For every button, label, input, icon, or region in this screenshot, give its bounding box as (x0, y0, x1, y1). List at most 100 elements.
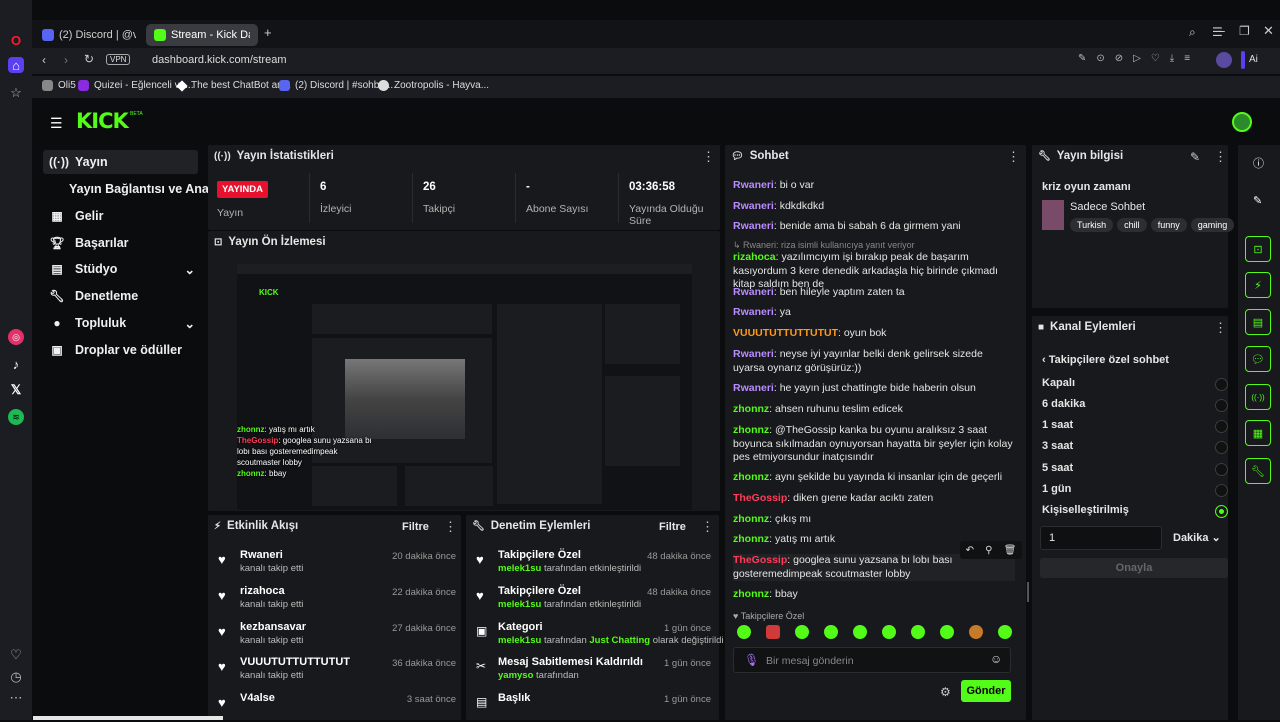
kebab-menu-icon[interactable]: ⋮ (701, 519, 714, 535)
radio-option[interactable]: 3 saat (1042, 440, 1228, 456)
chat-message[interactable]: Rwaneri: ya (733, 306, 1015, 320)
bookmark-chatbot[interactable]: The best ChatBot an... (176, 79, 291, 92)
chat-message[interactable]: Rwaneri: bi o var (733, 179, 1015, 193)
reply-icon[interactable]: ↶ (966, 545, 974, 556)
bookmark-oli5[interactable]: Oli5 (42, 80, 76, 91)
preview-video[interactable]: KICK zhonnz: yatış mı artık TheGossip: g… (237, 264, 692, 510)
category-name[interactable]: Sadece Sohbet (1070, 201, 1145, 213)
tab-kick-dashboard[interactable]: Stream - Kick Dashboard (146, 24, 258, 46)
kebab-menu-icon[interactable]: ⋮ (444, 519, 457, 535)
emote-icon[interactable] (766, 625, 780, 639)
kebab-menu-icon[interactable]: ⋮ (1214, 320, 1227, 336)
radio-option[interactable]: 1 gün (1042, 483, 1228, 499)
chat-message[interactable]: Rwaneri: ben hileyle yaptım zaten ta (733, 286, 1015, 300)
chat-message[interactable]: Rwaneri: benide ama bi sabah 6 da girmem… (733, 220, 1015, 234)
send-button[interactable]: Gönder (961, 680, 1011, 702)
rail-chat-button[interactable]: 💬︎ (1245, 346, 1271, 372)
bookmark-zootropolis[interactable]: Zootropolis - Hayva... (378, 80, 489, 91)
kebab-menu-icon[interactable]: ⋮ (1214, 149, 1227, 165)
emote-icon[interactable] (824, 625, 838, 639)
sidebar-item-studyo[interactable]: ▤ Stüdyo ⌄ (43, 257, 195, 281)
tag[interactable]: gaming (1190, 218, 1235, 232)
x-twitter-icon[interactable]: 𝕏 (8, 382, 24, 398)
reload-icon[interactable]: ↻ (84, 52, 94, 66)
new-tab-icon[interactable]: + (264, 25, 272, 40)
emote-icon[interactable] (940, 625, 954, 639)
microphone-icon[interactable]: 🎙︎ (744, 653, 759, 667)
sidebar-item-yayin[interactable]: ((·)) Yayın (43, 150, 198, 174)
sidebar-item-gelir[interactable]: ▦ Gelir (43, 204, 198, 228)
chat-input[interactable]: 🎙︎ Bir mesaj gönderin ☺ (733, 647, 1011, 673)
moderation-filter-button[interactable]: Filtre (659, 521, 686, 533)
sidebar-item-droplar[interactable]: ▣ Droplar ve ödüller (43, 338, 198, 362)
edit-icon[interactable]: ✎ (1190, 150, 1200, 164)
chat-message[interactable]: TheGossip: diken gıene kadar acıktı zate… (733, 492, 1015, 506)
user-avatar[interactable] (1232, 112, 1252, 132)
rail-wrench-button[interactable]: 🔧︎ (1245, 458, 1271, 484)
radio-option-selected[interactable]: Kişiselleştirilmiş (1042, 504, 1228, 520)
home-icon[interactable]: ⌂ (8, 57, 24, 73)
instagram-icon[interactable]: ◎ (8, 329, 24, 345)
tag[interactable]: funny (1150, 218, 1187, 232)
back-button[interactable]: ‹ Takipçilere özel sohbet (1042, 354, 1169, 366)
rail-broadcast-button[interactable]: ((·)) (1245, 384, 1271, 410)
sidebar-item-stream-key[interactable]: Yayın Bağlantısı ve Anahtarı (53, 177, 236, 201)
emoji-icon[interactable]: ☺ (990, 652, 1002, 666)
sidebar-item-denetleme[interactable]: 🔧︎ Denetleme (43, 284, 198, 308)
kebab-menu-icon[interactable]: ⋮ (702, 149, 715, 165)
chat-message[interactable]: Rwaneri: kdkdkdkd (733, 200, 1015, 214)
address-bar-actions-icon[interactable]: ✎⊙⊘▷♡⤓≡ (1078, 53, 1200, 64)
emote-icon[interactable] (969, 625, 983, 639)
bookmark-discord[interactable]: (2) Discord | #sohbe... (279, 80, 393, 91)
radio-option[interactable]: 1 saat (1042, 419, 1228, 435)
rail-document-button[interactable]: ▤ (1245, 309, 1271, 335)
tab-discord[interactable]: (2) Discord | @valfelix. (34, 24, 144, 46)
opera-logo-icon[interactable]: O (8, 32, 24, 48)
tag[interactable]: chill (1117, 218, 1147, 232)
delete-icon[interactable]: 🗑︎ (1004, 545, 1017, 556)
profile-icon[interactable] (1216, 52, 1232, 68)
more-icon[interactable]: ⋯ (8, 690, 24, 706)
emote-icon[interactable] (795, 625, 809, 639)
spotify-icon[interactable]: ≋ (8, 409, 24, 425)
aria-ai-button[interactable]: Ai (1249, 54, 1258, 65)
emote-icon[interactable] (853, 625, 867, 639)
hamburger-menu-icon[interactable]: ☰ (50, 115, 63, 132)
sidebar-item-topluluk[interactable]: ● Topluluk ⌄ (43, 311, 195, 335)
emote-icon[interactable] (882, 625, 896, 639)
chat-message[interactable]: Rwaneri: neyse iyi yayınlar belki denk g… (733, 348, 1015, 375)
search-tabs-icon[interactable]: ⌕ (1189, 25, 1196, 40)
emote-icon[interactable] (998, 625, 1012, 639)
unit-select[interactable]: Dakika ⌄ (1173, 531, 1221, 544)
restore-button[interactable]: ❐ (1239, 24, 1250, 38)
radio-option[interactable]: 5 saat (1042, 462, 1228, 478)
rail-preview-button[interactable]: ⊡ (1245, 236, 1271, 262)
edit-icon[interactable]: ✎ (1253, 194, 1262, 207)
activity-filter-button[interactable]: Filtre (402, 521, 429, 533)
custom-duration-input[interactable]: 1 (1040, 526, 1162, 550)
url-field[interactable]: dashboard.kick.com/stream (152, 54, 287, 66)
chat-message[interactable]: zhonnz: ahsen ruhunu teslim edicek (733, 403, 1015, 417)
kick-logo[interactable]: KICK (76, 109, 129, 133)
chat-message[interactable]: zhonnz: aynı şekilde bu yayında ki insan… (733, 471, 1015, 485)
history-icon[interactable]: ◷ (8, 669, 24, 685)
back-icon[interactable]: ‹ (42, 53, 46, 67)
vpn-badge[interactable]: VPN (106, 54, 131, 65)
forward-icon[interactable]: › (64, 53, 68, 67)
emote-icon[interactable] (737, 625, 751, 639)
sidebar-item-basarilar[interactable]: 🏆︎ Başarılar (43, 231, 198, 255)
kebab-menu-icon[interactable]: ⋮ (1007, 149, 1020, 165)
chat-message[interactable]: zhonnz: çıkış mı (733, 513, 1015, 527)
bookmark-star-icon[interactable]: ☆ (8, 85, 24, 101)
chat-message[interactable]: zhonnz: @TheGossip kanka bu oyunu aralık… (733, 424, 1015, 465)
confirm-button[interactable]: Onayla (1040, 558, 1228, 578)
radio-option[interactable]: 6 dakika (1042, 398, 1228, 414)
tag[interactable]: Turkish (1070, 218, 1114, 232)
emote-icon[interactable] (911, 625, 925, 639)
tiktok-icon[interactable]: ♪ (8, 356, 24, 372)
chat-message[interactable]: Rwaneri: he yayın just chattingte bide h… (733, 382, 1015, 396)
chat-message[interactable]: zhonnz: bbay (733, 588, 1015, 602)
rail-activity-button[interactable]: ⚡︎ (1245, 272, 1271, 298)
heart-icon[interactable]: ♡ (8, 647, 24, 663)
chat-scrollbar[interactable] (1027, 582, 1029, 602)
